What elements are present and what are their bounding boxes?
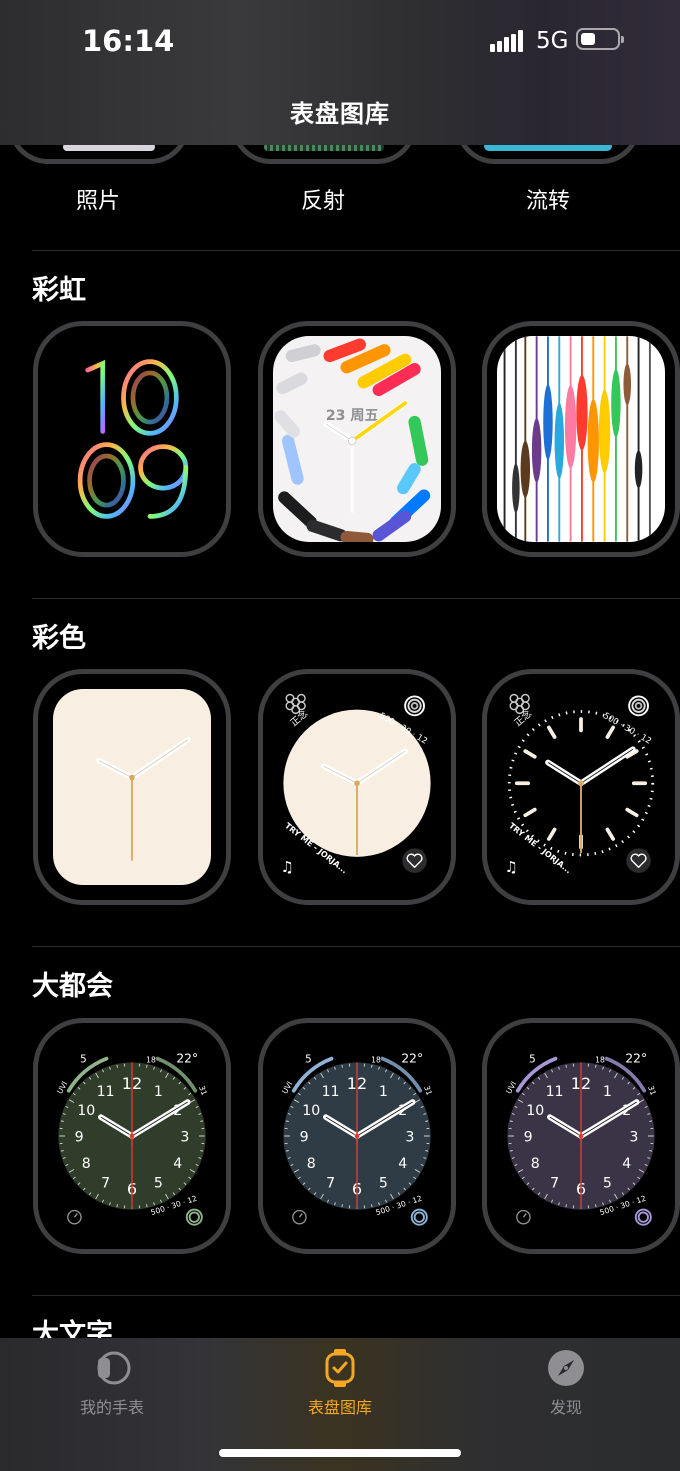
hour-numeral: 9 xyxy=(300,1130,309,1146)
caption-reflections: 反射 xyxy=(300,189,345,214)
rainbow-digits-art: 10 09 xyxy=(77,359,189,541)
uv-value: 5 xyxy=(305,1053,312,1065)
hour-numeral: 3 xyxy=(629,1130,638,1146)
color-simple-hands xyxy=(96,736,191,861)
hour-numeral: 4 xyxy=(173,1156,182,1172)
timer-icon xyxy=(516,1209,531,1225)
watch-face-metropolitan-blue[interactable]: 1234567891011125UVI1822°31500 · 30 · 12 xyxy=(258,1018,456,1254)
rainbow-time: 10 09 xyxy=(131,539,134,541)
metropolitan-dial-art: 1234567891011125UVI1822°31500 · 30 · 12 xyxy=(504,1051,658,1226)
temp-high: 31 xyxy=(646,1085,658,1097)
divider xyxy=(32,1295,680,1296)
section-title-color: 彩色 xyxy=(32,623,86,654)
hour-numeral: 5 xyxy=(154,1175,163,1191)
tab-my-watch[interactable]: 我的手表 xyxy=(32,1348,192,1418)
watch-face-metropolitan-purple[interactable]: 1234567891011125UVI1822°31500 · 30 · 12 xyxy=(482,1018,680,1254)
timer-icon xyxy=(292,1209,307,1225)
color-dial-art: 正念 500 · 30 · 12 TRY ME - JORJA... ♫ xyxy=(505,693,655,876)
watch-face-color-dial[interactable]: 正念 500 · 30 · 12 TRY ME - JORJA... ♫ xyxy=(482,669,680,905)
divider xyxy=(32,946,680,947)
music-note-icon: ♫ xyxy=(281,858,295,876)
temp-low: 18 xyxy=(595,1055,605,1064)
hour-numeral: 11 xyxy=(546,1084,564,1100)
caption-photos: 照片 xyxy=(75,189,120,214)
hour-numeral: 4 xyxy=(622,1156,631,1172)
hour-numeral: 5 xyxy=(379,1175,388,1191)
hour-numeral: 1 xyxy=(154,1084,163,1100)
hour-numeral: 11 xyxy=(322,1084,340,1100)
temperature: 22° xyxy=(176,1051,198,1065)
hour-numeral: 10 xyxy=(77,1103,95,1119)
battery-icon xyxy=(576,28,624,50)
uv-label: UVI xyxy=(280,1080,294,1096)
divider xyxy=(32,598,680,599)
hour-numeral: 5 xyxy=(603,1175,612,1191)
hour-numeral: 3 xyxy=(180,1130,189,1146)
hour-numeral: 4 xyxy=(398,1156,407,1172)
activity-ring-icon xyxy=(185,1208,203,1226)
watch-face-metropolitan-green[interactable]: 1234567891011125UVI1822°31500 · 30 · 12 xyxy=(33,1018,231,1254)
network-type: 5G xyxy=(536,28,569,54)
tab-label: 我的手表 xyxy=(79,1398,144,1417)
page-title: 表盘图库 xyxy=(290,100,390,128)
uv-label: UVI xyxy=(55,1080,69,1096)
activity-ring-icon xyxy=(634,1208,652,1226)
pride-date: 23 周五 xyxy=(326,408,379,424)
activity-count: 500 · 30 · 12 xyxy=(601,711,653,747)
hour-numeral: 7 xyxy=(101,1175,110,1191)
hour-numeral: 9 xyxy=(75,1130,84,1146)
caption-flow: 流转 xyxy=(525,189,570,214)
hour-numeral: 10 xyxy=(526,1103,544,1119)
watch-face-rainbow-digits[interactable]: 10 09 xyxy=(33,321,231,557)
watch-face-color-modular[interactable]: 正念 500 · 30 · 12 TRY ME - JORJA... ♫ xyxy=(258,669,456,905)
tab-face-gallery[interactable]: 表盘图库 xyxy=(260,1348,420,1418)
temp-low: 18 xyxy=(371,1055,381,1064)
hour-numeral: 3 xyxy=(405,1130,414,1146)
divider xyxy=(32,250,680,251)
uv-value: 5 xyxy=(529,1053,536,1065)
compass-icon xyxy=(546,1348,586,1388)
temperature: 22° xyxy=(625,1051,647,1065)
activity-ring-icon xyxy=(410,1208,428,1226)
music-note-icon: ♫ xyxy=(505,858,519,876)
temp-low: 18 xyxy=(146,1055,156,1064)
hour-numeral: 7 xyxy=(326,1175,335,1191)
temp-high: 31 xyxy=(197,1085,209,1097)
metropolitan-dial-art: 1234567891011125UVI1822°31500 · 30 · 12 xyxy=(280,1051,434,1226)
hour-numeral: 9 xyxy=(524,1130,533,1146)
tab-label: 发现 xyxy=(549,1398,582,1417)
watch-icon xyxy=(92,1348,132,1388)
watch-face-icon xyxy=(320,1348,360,1388)
tab-label: 表盘图库 xyxy=(307,1398,372,1417)
hour-numeral: 10 xyxy=(302,1103,320,1119)
home-indicator[interactable] xyxy=(219,1449,461,1457)
status-time: 16:14 xyxy=(82,24,175,58)
metropolitan-dial-art: 1234567891011125UVI1822°31500 · 30 · 12 xyxy=(55,1051,209,1226)
section-title-rainbow: 彩虹 xyxy=(32,275,86,306)
color-modular-art: 正念 500 · 30 · 12 TRY ME - JORJA... ♫ xyxy=(281,693,431,876)
hour-numeral: 11 xyxy=(97,1084,115,1100)
watch-face-rainbow-stripes[interactable] xyxy=(482,321,680,557)
watch-face-rainbow-pride[interactable]: 23 周五 xyxy=(258,321,456,557)
header-bar: 16:14 5G 表盘图库 xyxy=(0,0,680,145)
hour-numeral: 7 xyxy=(550,1175,559,1191)
section-title-metropolitan: 大都会 xyxy=(32,971,113,1002)
pride-shapes-art: 23 周五 xyxy=(274,338,431,542)
stripes-art xyxy=(503,336,651,542)
tab-discover[interactable]: 发现 xyxy=(486,1348,646,1418)
temperature: 22° xyxy=(401,1051,423,1065)
hour-numeral: 8 xyxy=(82,1156,91,1172)
timer-icon xyxy=(67,1209,82,1225)
temp-high: 31 xyxy=(422,1085,434,1097)
hour-numeral: 1 xyxy=(379,1084,388,1100)
watch-face-color-simple[interactable] xyxy=(33,669,231,905)
uv-label: UVI xyxy=(504,1080,518,1096)
hour-numeral: 8 xyxy=(531,1156,540,1172)
uv-value: 5 xyxy=(80,1053,87,1065)
hour-numeral: 1 xyxy=(603,1084,612,1100)
hour-numeral: 8 xyxy=(307,1156,316,1172)
signal-icon xyxy=(490,30,524,52)
